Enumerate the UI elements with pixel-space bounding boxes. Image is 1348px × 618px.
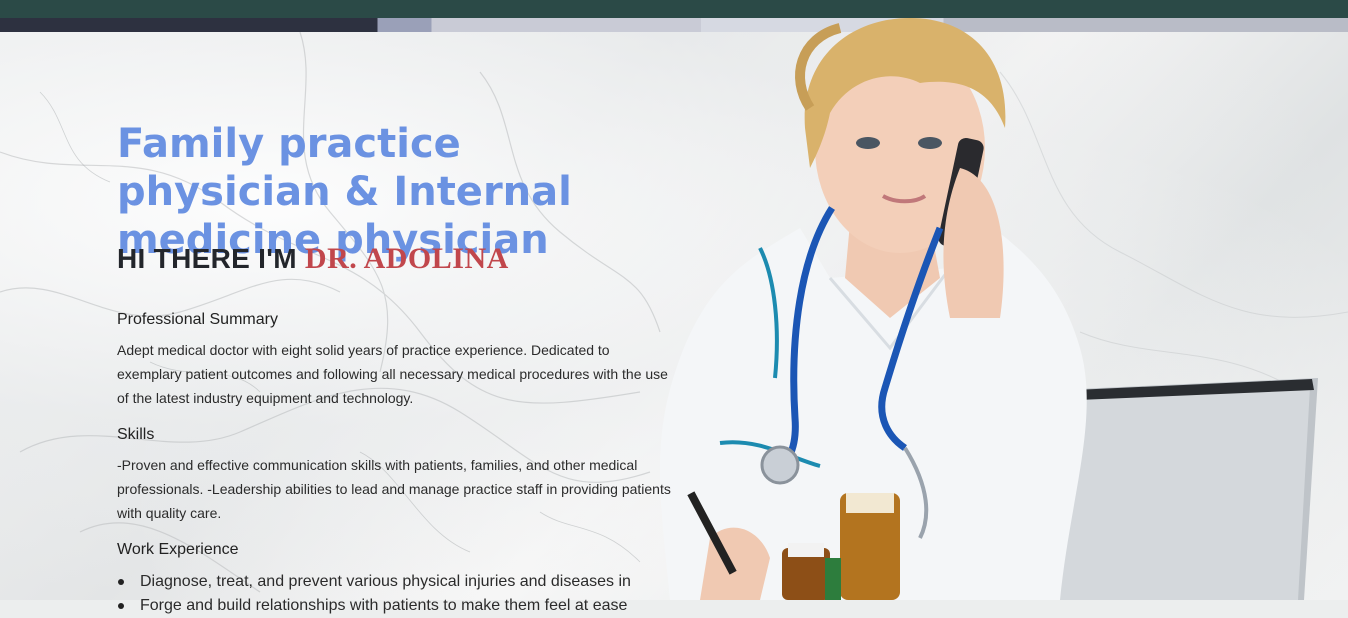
greeting-prefix: HI THERE I'M [117,243,297,274]
top-bar [0,0,1348,18]
doctor-name: DR. ADOLINA [304,242,509,275]
summary-text: Adept medical doctor with eight solid ye… [117,342,668,406]
list-item: Forge and build relationships with patie… [117,594,677,618]
skills-heading: Skills [117,426,155,443]
list-item: Diagnose, treat, and prevent various phy… [117,570,677,594]
greeting-heading: HI THERE I'M DR. ADOLINA [117,242,509,276]
skills-text: -Proven and effective communication skil… [117,457,671,521]
work-list: Diagnose, treat, and prevent various phy… [117,570,677,618]
work-heading: Work Experience [117,541,239,558]
doctor-photo [660,18,1318,600]
summary-heading: Professional Summary [117,311,278,328]
